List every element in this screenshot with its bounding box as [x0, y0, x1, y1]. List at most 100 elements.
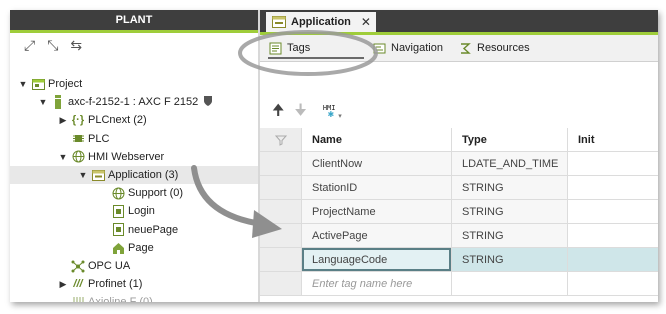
- tree-item-label: Axioline F (0): [88, 296, 153, 302]
- tag-init-cell[interactable]: [568, 200, 658, 223]
- collapse-all-icon[interactable]: ⤡: [47, 38, 58, 52]
- hmi-tag-button[interactable]: HMI ✱ ▾: [323, 104, 342, 120]
- tag-init-cell[interactable]: [568, 176, 658, 199]
- expand-all-icon[interactable]: ⤢: [24, 38, 35, 52]
- new-tag-init-cell[interactable]: [568, 272, 658, 295]
- tag-name-cell[interactable]: StationID: [302, 176, 452, 199]
- tree-item-profinet-1[interactable]: ▶ /// Profinet (1): [10, 275, 258, 293]
- subtab-bar: Tags Navigation Resources: [260, 35, 658, 62]
- expand-arrow-icon[interactable]: ▶: [58, 115, 68, 126]
- tag-name-cell[interactable]: LanguageCode: [302, 248, 452, 271]
- globe-icon: [71, 150, 85, 164]
- expand-arrow-icon[interactable]: ▶: [58, 279, 68, 290]
- tree-item-plcnext-2[interactable]: ▶ {·} PLCnext (2): [10, 111, 258, 129]
- tab-application-label: Application: [291, 16, 351, 28]
- controller-icon: [51, 95, 65, 110]
- tree-item-axc-f-2152-1-axc-f-2152[interactable]: ▼ axc-f-2152-1 : AXC F 2152: [10, 93, 258, 111]
- collapse-arrow-icon[interactable]: ▼: [38, 97, 48, 107]
- tab-application[interactable]: Application ✕: [266, 12, 376, 32]
- tree-item-plc[interactable]: PLC: [10, 130, 258, 148]
- shield-icon: [198, 95, 213, 110]
- subtab-navigation[interactable]: Navigation: [372, 39, 443, 57]
- tree-item-axioline-f-0[interactable]: Axioline F (0): [10, 293, 258, 302]
- axioline-icon: [71, 295, 85, 302]
- column-header-name[interactable]: Name: [302, 128, 452, 151]
- tag-name-cell[interactable]: ClientNow: [302, 152, 452, 175]
- resources-icon: [458, 41, 472, 55]
- new-tag-row[interactable]: Enter tag name here: [260, 272, 658, 296]
- move-down-icon[interactable]: 🠋: [294, 100, 306, 125]
- tag-type-cell[interactable]: STRING: [452, 224, 568, 247]
- tree-item-label: Application (3): [108, 169, 179, 181]
- editor-panel: Application ✕ Tags Navigation Resources …: [260, 10, 658, 302]
- tag-row[interactable]: ClientNow LDATE_AND_TIME: [260, 152, 658, 176]
- plant-panel-title: PLANT: [10, 10, 258, 30]
- subtab-tags[interactable]: Tags: [268, 39, 364, 59]
- tree-item-neuepage[interactable]: neuePage: [10, 221, 258, 239]
- tree-item-label: OPC UA: [88, 260, 131, 272]
- tag-name-cell[interactable]: ActivePage: [302, 224, 452, 247]
- plcnext-icon: {·}: [71, 114, 85, 127]
- tree-item-hmi-webserver[interactable]: ▼ HMI Webserver: [10, 148, 258, 166]
- tree-item-project[interactable]: ▼ Project: [10, 75, 258, 93]
- subtab-resources[interactable]: Resources: [458, 39, 530, 57]
- move-up-icon[interactable]: 🠉: [272, 100, 284, 125]
- tree-item-page[interactable]: Page: [10, 239, 258, 257]
- subtab-resources-label: Resources: [477, 42, 530, 54]
- tag-init-cell[interactable]: [568, 224, 658, 247]
- application-icon: [272, 16, 286, 28]
- tag-init-cell[interactable]: [568, 152, 658, 175]
- tree-item-label: Login: [128, 205, 155, 218]
- collapse-arrow-icon[interactable]: ▼: [58, 152, 68, 162]
- chevron-down-icon[interactable]: ▾: [338, 112, 342, 120]
- sync-arrows-icon[interactable]: ⇆: [70, 38, 82, 52]
- screenshot-frame: PLANT ⤢ ⤡ ⇆ ▼ Project ▼ axc-f-2152-1 : AXC …: [10, 10, 658, 302]
- tag-type-cell[interactable]: STRING: [452, 248, 568, 271]
- tag-row[interactable]: LanguageCode STRING: [260, 248, 658, 272]
- tag-type-cell[interactable]: STRING: [452, 200, 568, 223]
- row-gutter: [260, 152, 302, 175]
- filter-icon[interactable]: [260, 128, 302, 151]
- tag-type-cell[interactable]: STRING: [452, 176, 568, 199]
- collapse-arrow-icon[interactable]: ▼: [78, 170, 88, 180]
- tree-item-label: axc-f-2152-1 : AXC F 2152: [68, 96, 199, 109]
- tags-grid: Name Type Init ClientNow LDATE_AND_TIME St…: [260, 128, 658, 296]
- tag-init-cell[interactable]: [568, 248, 658, 271]
- new-tag-input[interactable]: Enter tag name here: [302, 272, 452, 295]
- tree-item-label: PLC: [88, 132, 110, 145]
- tree-item-label: HMI Webserver: [88, 150, 165, 163]
- tag-row[interactable]: ActivePage STRING: [260, 224, 658, 248]
- sparkle-icon: ✱: [327, 110, 335, 119]
- tree-item-opc-ua[interactable]: OPC UA: [10, 257, 258, 275]
- project-icon: [31, 77, 45, 91]
- tag-row[interactable]: StationID STRING: [260, 176, 658, 200]
- row-gutter: [260, 200, 302, 223]
- tags-toolbar: 🠉 🠋 HMI ✱ ▾: [260, 100, 658, 124]
- tree-item-application-3[interactable]: ▼ Application (3): [10, 166, 258, 184]
- tag-row[interactable]: ProjectName STRING: [260, 200, 658, 224]
- subtab-tags-label: Tags: [287, 42, 311, 54]
- new-tag-type-cell[interactable]: [452, 272, 568, 295]
- tree-item-label: PLCnext (2): [88, 114, 147, 127]
- tag-type-cell[interactable]: LDATE_AND_TIME: [452, 152, 568, 175]
- column-header-init[interactable]: Init: [568, 128, 658, 151]
- collapse-arrow-icon[interactable]: ▼: [18, 79, 28, 89]
- tree-item-label: Page: [128, 241, 154, 254]
- row-gutter: [260, 224, 302, 247]
- column-header-type[interactable]: Type: [452, 128, 568, 151]
- tree-item-support-0[interactable]: Support (0): [10, 184, 258, 202]
- tree-item-label: Profinet (1): [88, 278, 143, 291]
- document-tab-bar: Application ✕: [260, 10, 658, 32]
- plant-panel: PLANT ⤢ ⤡ ⇆ ▼ Project ▼ axc-f-2152-1 : AXC …: [10, 10, 258, 302]
- profinet-icon: ///: [73, 278, 83, 291]
- plant-toolbar: ⤢ ⤡ ⇆: [10, 33, 258, 57]
- page-icon: [111, 223, 125, 237]
- chip-icon: [71, 132, 85, 146]
- application-icon: [91, 168, 105, 182]
- opcua-icon: [71, 259, 85, 273]
- grid-header: Name Type Init: [260, 128, 658, 152]
- home-icon: [111, 241, 125, 255]
- close-icon[interactable]: ✕: [361, 15, 371, 29]
- tree-item-login[interactable]: Login: [10, 202, 258, 220]
- tag-name-cell[interactable]: ProjectName: [302, 200, 452, 223]
